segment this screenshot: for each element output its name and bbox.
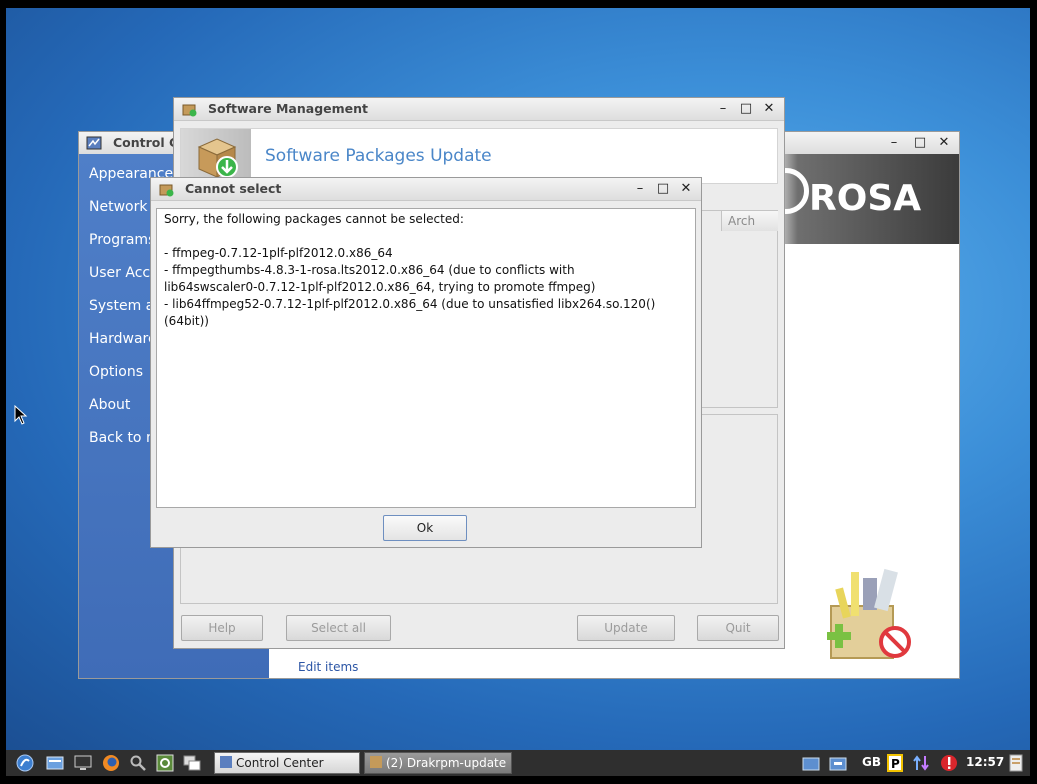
desktop-icon[interactable] — [74, 754, 92, 772]
task-label: Control Center — [236, 756, 324, 770]
close-button[interactable]: ✕ — [760, 100, 778, 118]
rosa-brand-text: ROSA — [809, 178, 922, 219]
task-drakrpm-update[interactable]: (2) Drakrpm-update — [364, 752, 512, 774]
task-control-center[interactable]: Control Center — [214, 752, 360, 774]
minimize-button[interactable]: – — [714, 100, 732, 118]
column-header-arch[interactable]: Arch — [721, 211, 778, 231]
message-line: - ffmpeg-0.7.12-1plf-plf2012.0.x86_64 — [164, 246, 393, 260]
keyboard-layout-indicator[interactable]: GB — [862, 755, 881, 769]
parking-icon[interactable]: P — [886, 754, 904, 772]
message-line: - ffmpegthumbs-4.8.3-1-rosa.lts2012.0.x8… — [164, 263, 575, 277]
dialog-app-icon — [159, 184, 174, 197]
software-header: Software Packages Update — [180, 128, 778, 184]
select-all-button[interactable]: Select all — [286, 615, 391, 641]
start-menu-icon[interactable] — [16, 754, 34, 772]
rosa-banner: ROSA — [763, 154, 959, 244]
search-icon[interactable] — [129, 754, 147, 772]
window-switcher-icon[interactable] — [183, 754, 201, 772]
update-button[interactable]: Update — [577, 615, 675, 641]
svg-text:P: P — [891, 757, 900, 771]
file-manager-icon[interactable] — [46, 754, 64, 772]
add-remove-software-icon — [827, 568, 911, 659]
sidebar-item-hardware[interactable]: Hardware — [89, 331, 157, 347]
help-button[interactable]: Help — [181, 615, 263, 641]
software-management-title: Software Management — [208, 101, 368, 116]
ok-button[interactable]: Ok — [383, 515, 467, 541]
message-line: Sorry, the following packages cannot be … — [164, 212, 464, 226]
dialog-titlebar[interactable]: Cannot select – □ ✕ — [151, 178, 701, 201]
control-center-task-icon — [220, 756, 232, 768]
taskbar: Control Center (2) Drakrpm-update GB P 1… — [6, 750, 1030, 776]
folder-icon[interactable] — [802, 754, 820, 772]
desktop: Control C – □ ✕ Appearance Network & Pro… — [6, 8, 1030, 750]
update-alert-icon[interactable] — [940, 754, 958, 772]
column-arch-label: Arch — [728, 214, 756, 228]
message-line: lib64swscaler0-0.7.12-1plf-plf2012.0.x86… — [164, 280, 596, 294]
dialog-title: Cannot select — [185, 181, 282, 196]
maximize-button[interactable]: □ — [737, 100, 755, 118]
message-line: - lib64ffmpeg52-0.7.12-1plf-plf2012.0.x8… — [164, 297, 656, 328]
sidebar-item-user-accounts[interactable]: User Acco — [89, 265, 159, 281]
maximize-button[interactable]: □ — [911, 134, 929, 152]
close-button[interactable]: ✕ — [935, 134, 953, 152]
quit-button[interactable]: Quit — [697, 615, 779, 641]
sidebar-item-programs[interactable]: Programs — [89, 232, 155, 248]
header-title: Software Packages Update — [265, 146, 492, 166]
clock[interactable]: 12:57 — [966, 755, 1004, 769]
control-center-title: Control C — [113, 135, 179, 150]
package-download-icon — [197, 138, 238, 178]
edit-items-link[interactable]: Edit items — [298, 660, 358, 674]
software-management-icon — [182, 104, 197, 117]
task-label: (2) Drakrpm-update — [386, 756, 507, 770]
control-center-icon — [86, 136, 102, 150]
firefox-icon[interactable] — [102, 754, 120, 772]
minimize-button[interactable]: – — [631, 180, 649, 198]
drakrpm-task-icon — [370, 756, 382, 768]
removable-drive-icon[interactable] — [829, 754, 847, 772]
mouse-cursor-icon — [14, 405, 28, 425]
minimize-button[interactable]: – — [885, 134, 903, 152]
close-button[interactable]: ✕ — [677, 180, 695, 198]
dialog-message-box[interactable]: Sorry, the following packages cannot be … — [156, 208, 696, 508]
maximize-button[interactable]: □ — [654, 180, 672, 198]
network-activity-icon[interactable] — [912, 754, 930, 772]
sidebar-item-about[interactable]: About — [89, 397, 130, 413]
settings-icon[interactable] — [156, 754, 174, 772]
message-line — [164, 228, 688, 245]
sidebar-item-back[interactable]: Back to m — [89, 430, 160, 446]
trash-icon[interactable] — [1007, 754, 1025, 772]
sidebar-item-options[interactable]: Options — [89, 364, 143, 380]
cannot-select-dialog: Cannot select – □ ✕ Sorry, the following… — [150, 177, 702, 548]
software-management-titlebar[interactable]: Software Management – □ ✕ — [174, 98, 784, 121]
